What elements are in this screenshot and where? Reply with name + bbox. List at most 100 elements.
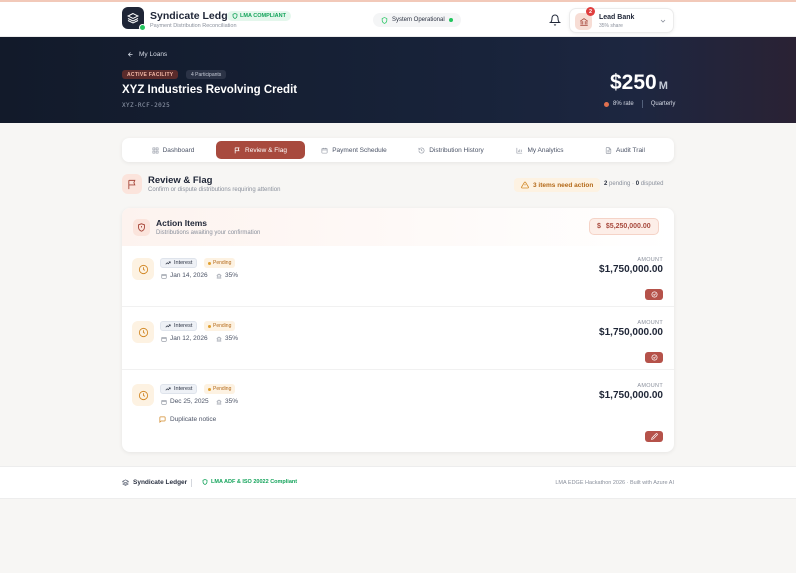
row-divider <box>122 306 674 307</box>
system-status-pill: System Operational <box>373 13 461 27</box>
total-amount: $5,250,000.00 <box>605 223 651 230</box>
distribution-date: Dec 25, 2025 <box>161 398 209 405</box>
facility-code: XYZ-RCF-2025 <box>122 102 171 109</box>
section-icon <box>122 174 142 194</box>
date-value: Jan 12, 2026 <box>170 335 208 342</box>
row-divider <box>122 369 674 370</box>
type-label: Interest <box>174 386 193 392</box>
check-circle-icon <box>651 291 657 298</box>
tab-distribution-history[interactable]: Distribution History <box>402 141 500 159</box>
tab-my-analytics[interactable]: My Analytics <box>502 141 578 159</box>
clock-icon <box>138 264 148 274</box>
document-icon <box>605 146 612 154</box>
warning-icon <box>521 181 529 189</box>
share-percent: 35% <box>216 272 238 279</box>
clock-avatar <box>132 321 154 343</box>
tab-dashboard[interactable]: Dashboard <box>126 141 220 159</box>
top-bar: Syndicate Ledger Payment Distribution Re… <box>0 0 796 37</box>
notifications-button[interactable] <box>549 14 561 26</box>
confirm-button[interactable] <box>645 289 663 300</box>
list-item[interactable]: Interest Pending Dec 25, 2025 35% Duplic… <box>122 383 674 447</box>
type-label: Interest <box>174 260 193 266</box>
tab-audit-trail[interactable]: Audit Trail <box>582 141 668 159</box>
back-to-my-loans-link[interactable]: My Loans <box>127 51 167 58</box>
shield-alert-icon <box>138 223 145 232</box>
type-badge: Interest <box>160 384 198 394</box>
bank-icon <box>216 336 222 341</box>
lma-compliant-badge: LMA COMPLIANT <box>227 11 291 21</box>
status-dot <box>208 261 211 265</box>
system-status-label: System Operational <box>392 17 445 23</box>
footer-divider <box>191 479 192 487</box>
lma-badge-label: LMA COMPLIANT <box>240 13 286 19</box>
edit-icon <box>650 433 658 440</box>
facility-status-label: ACTIVE FACILITY <box>127 71 174 78</box>
type-badge: Interest <box>160 258 198 268</box>
footer-compliance-label: LMA ADF & ISO 20022 Compliant <box>211 479 298 485</box>
tab-label: Review & Flag <box>245 146 287 154</box>
bell-icon <box>549 14 561 26</box>
main-tabs: Dashboard Review & Flag Payment Schedule… <box>122 138 674 162</box>
share-value: 35% <box>225 398 239 405</box>
tab-review-flag[interactable]: Review & Flag <box>216 141 305 159</box>
date-value: Jan 14, 2026 <box>170 272 208 279</box>
date-value: Dec 25, 2025 <box>170 398 209 405</box>
share-percent: 35% <box>216 335 238 342</box>
pending-label: pending <box>609 181 631 187</box>
footer-credits: LMA EDGE Hackathon 2026 · Built with Azu… <box>555 480 674 486</box>
status-badge: Pending <box>204 321 236 331</box>
trending-up-icon <box>165 324 171 328</box>
status-dot <box>208 387 211 391</box>
trending-up-icon <box>165 387 171 391</box>
grid-icon <box>152 147 159 153</box>
status-label: Pending <box>213 386 232 392</box>
trending-up-icon <box>165 261 171 265</box>
back-link-label: My Loans <box>139 51 168 58</box>
card-subtitle: Distributions awaiting your confirmation <box>156 230 261 236</box>
shield-icon <box>202 479 208 485</box>
calendar-icon <box>161 399 167 405</box>
clock-icon <box>138 327 148 337</box>
user-menu[interactable]: 2 Lead Bank 35% share <box>569 7 674 33</box>
calendar-icon <box>161 336 167 342</box>
tab-payment-schedule[interactable]: Payment Schedule <box>310 141 398 159</box>
brand-name: Syndicate Ledger <box>150 10 238 22</box>
footer-brand: Syndicate Ledger <box>122 479 187 486</box>
review-counts: 2 pending · 0 disputed <box>604 181 664 187</box>
footer: Syndicate Ledger LMA ADF & ISO 20022 Com… <box>0 466 796 499</box>
footer-brand-label: Syndicate Ledger <box>133 479 188 486</box>
distribution-date: Jan 14, 2026 <box>161 272 208 279</box>
status-dot <box>208 324 211 328</box>
list-item[interactable]: Interest Pending Jan 14, 2026 35% AMOUNT… <box>122 257 674 321</box>
status-label: Pending <box>213 323 232 329</box>
active-facility-tag: ACTIVE FACILITY <box>122 70 179 79</box>
duplicate-notice: Duplicate notice <box>159 416 216 423</box>
shield-icon <box>232 13 238 19</box>
history-icon <box>418 147 425 153</box>
pending-count: 2 <box>604 181 608 187</box>
facility-terms: 8% rate Quarterly <box>604 100 675 108</box>
amount-value: $1,750,000.00 <box>599 390 663 401</box>
type-label: Interest <box>174 323 193 329</box>
facility-hero <box>0 37 796 123</box>
amount-label: AMOUNT <box>637 320 663 326</box>
confirm-button[interactable] <box>645 352 663 363</box>
list-item[interactable]: Interest Pending Jan 12, 2026 35% AMOUNT… <box>122 320 674 384</box>
clock-avatar <box>132 258 154 280</box>
user-share: 35% share <box>599 23 623 29</box>
action-items-card: Action Items Distributions awaiting your… <box>122 208 674 452</box>
tab-label: Audit Trail <box>616 146 645 154</box>
status-dot <box>448 18 453 22</box>
section-title: Review & Flag <box>148 175 213 186</box>
edit-button[interactable] <box>645 431 663 442</box>
tab-label: My Analytics <box>527 146 564 154</box>
facility-rate: 8% rate <box>613 101 634 107</box>
app-logo[interactable] <box>122 7 146 31</box>
needs-action-badge: 3 items need action <box>514 178 601 192</box>
amount-value: $1,750,000.00 <box>599 264 663 275</box>
clock-avatar <box>132 384 154 406</box>
needs-action-label: 3 items need action <box>533 181 594 189</box>
user-name: Lead Bank <box>599 14 635 21</box>
dollar-icon: $ <box>597 223 601 230</box>
total-amount-badge: $ $5,250,000.00 <box>589 218 659 235</box>
